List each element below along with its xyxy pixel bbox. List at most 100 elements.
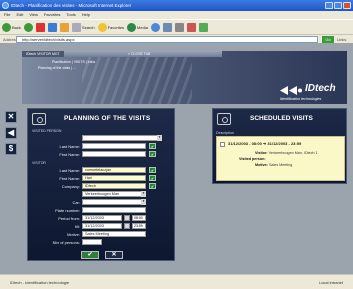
logo-text: IDtech	[305, 83, 336, 94]
visit-visitor: Verkeerboogen Man, IDtech 1	[268, 151, 318, 155]
motive-label: Motive:	[67, 232, 80, 237]
star-icon	[97, 22, 107, 32]
till-date-input[interactable]: 31/12/2003	[82, 223, 122, 229]
logo-subtitle: Identification technologies	[280, 97, 322, 101]
confirm-button[interactable]: ✔	[81, 251, 99, 259]
cancel-button[interactable]: ✕	[105, 251, 123, 259]
visit-visited-row: Visited person:	[239, 157, 266, 161]
close-window-button[interactable]	[343, 2, 351, 9]
check-icon[interactable]: ✔	[149, 183, 156, 189]
v-plate-label: Plate number:	[55, 208, 80, 213]
home-icon[interactable]	[59, 22, 69, 32]
vp-first-name-row: First Name: ✔	[28, 151, 176, 158]
edit-icon[interactable]	[186, 22, 196, 32]
visit-list-item[interactable]: 31/12/2003 - 08:00 ➔ 31/12/2003 - 23:59 …	[216, 136, 345, 181]
chevron-down-icon[interactable]: ▼	[157, 135, 162, 141]
v-company-input[interactable]: IDtech	[82, 183, 146, 189]
scheduled-title: SCHEDULED VISITS	[250, 115, 313, 122]
mail-icon[interactable]	[162, 22, 172, 32]
car-side-button[interactable]: ◀	[5, 127, 17, 139]
dollar-side-button[interactable]: $	[5, 143, 17, 155]
v-first-name-input[interactable]: Hari	[82, 175, 146, 181]
visit-visitor-label: Visitor:	[255, 151, 268, 155]
menu-edit[interactable]: Edit	[16, 11, 23, 19]
visitor-label: VISITOR	[32, 161, 46, 165]
description-header: Description	[216, 131, 234, 135]
v-last-name-row: Last Name: comsetelaczjan ✔	[28, 167, 176, 174]
search-icon	[71, 22, 81, 32]
menu-tools[interactable]: Tools	[66, 11, 75, 19]
back-arrow-icon	[2, 22, 11, 32]
menu-help[interactable]: Help	[82, 11, 90, 19]
from-date-input[interactable]: 31/12/2003	[82, 215, 122, 221]
from-label: Period from:	[58, 216, 80, 221]
go-button[interactable]: Go	[322, 36, 334, 43]
calendar-icon[interactable]	[124, 215, 130, 221]
tab-app[interactable]: IDtech VISITOR MGT	[22, 51, 64, 57]
browser-toolbar: Back Search Favorites Media	[0, 19, 353, 34]
media-button[interactable]: Media	[127, 22, 148, 32]
nb-persons-row: Nbr of persons:	[28, 239, 176, 246]
print-icon[interactable]	[174, 22, 184, 32]
v-company-row: Company: IDtech ✔	[28, 183, 176, 190]
calendar-icon[interactable]	[124, 223, 130, 229]
links-button[interactable]: Links	[337, 37, 346, 42]
discuss-icon[interactable]	[198, 22, 208, 32]
refresh-icon[interactable]	[47, 22, 57, 32]
till-time-input[interactable]: 23:59	[132, 223, 146, 229]
check-icon[interactable]: ✔	[149, 175, 156, 181]
v-last-name-input[interactable]: comsetelaczjan	[82, 167, 146, 173]
maximize-button[interactable]	[334, 2, 342, 9]
v-car-row: Car: ▼	[28, 199, 176, 206]
visit-checkbox[interactable]	[220, 142, 225, 147]
company-select[interactable]: Verkeerboogen Man	[82, 191, 146, 197]
stop-icon[interactable]	[35, 22, 45, 32]
search-label: Search	[81, 24, 95, 30]
address-bar: Address http://server/idtech/visits.aspx…	[0, 34, 353, 43]
check-icon[interactable]: ✔	[149, 167, 156, 173]
vp-last-name-input[interactable]	[82, 143, 146, 149]
forward-arrow-icon[interactable]	[23, 22, 33, 32]
status-bar: IDtech - Identification technologie Loca…	[0, 274, 353, 289]
menu-bar: File Edit View Favorites Tools Help	[0, 11, 353, 19]
planning-header: PLANNING OF THE VISITS	[28, 109, 174, 129]
back-label: Back	[12, 24, 21, 30]
from-time-input[interactable]: 08:00	[132, 215, 146, 221]
visit-visited-label: Visited person:	[239, 157, 266, 161]
planning-title: PLANNING OF THE VISITS	[64, 115, 151, 122]
menu-file[interactable]: File	[4, 11, 10, 19]
search-button[interactable]: Search	[71, 22, 95, 32]
favorites-button[interactable]: Favorites	[97, 22, 124, 32]
header-breadcrumb[interactable]: Planning of the visits | ...	[38, 66, 76, 70]
nb-persons-label: Nbr of persons:	[52, 240, 80, 245]
close-side-button[interactable]: ✕	[5, 111, 17, 123]
check-icon[interactable]: ✔	[149, 151, 156, 157]
visited-person-select[interactable]	[82, 135, 162, 141]
chevron-down-icon[interactable]: ▼	[141, 191, 146, 197]
vp-first-name-input[interactable]	[82, 151, 146, 157]
visit-time: 31/12/2003 - 08:00 ➔ 31/12/2003 - 23:59	[228, 141, 302, 146]
side-buttons: ✕ ◀ $	[5, 111, 17, 155]
minimize-button[interactable]	[325, 2, 333, 9]
car-input[interactable]	[82, 199, 146, 205]
history-icon[interactable]	[150, 22, 160, 32]
window-titlebar: IDtech - Planification des visites - Mic…	[0, 0, 353, 11]
vp-first-name-label: First Name:	[59, 152, 80, 157]
check-icon[interactable]: ✔	[149, 143, 156, 149]
window-controls	[325, 2, 351, 9]
chevron-down-icon[interactable]: ▼	[141, 199, 146, 205]
nb-persons-input[interactable]	[82, 239, 102, 245]
address-input[interactable]: http://server/idtech/visits.aspx	[16, 36, 318, 43]
plate-input[interactable]	[82, 207, 146, 213]
motive-row: Motive: Sales Meeting	[28, 231, 176, 238]
motive-input[interactable]: Sales Meeting	[82, 231, 146, 237]
app-header: IDtech VISITOR MGT × CLOSE TAB Planifica…	[22, 51, 347, 104]
back-button[interactable]: Back	[2, 22, 21, 32]
vp-last-name-row: Last Name: ✔	[28, 143, 176, 150]
menu-favorites[interactable]: Favorites	[44, 11, 60, 19]
window-title: IDtech - Planification des visites - Mic…	[11, 3, 132, 8]
v-first-name-row: First Name: Hari ✔	[28, 175, 176, 182]
header-nav[interactable]: Planification | VISITS | Infos	[52, 60, 95, 64]
menu-view[interactable]: View	[29, 11, 38, 19]
v-company-select-row: Verkeerboogen Man ▼	[28, 191, 176, 198]
